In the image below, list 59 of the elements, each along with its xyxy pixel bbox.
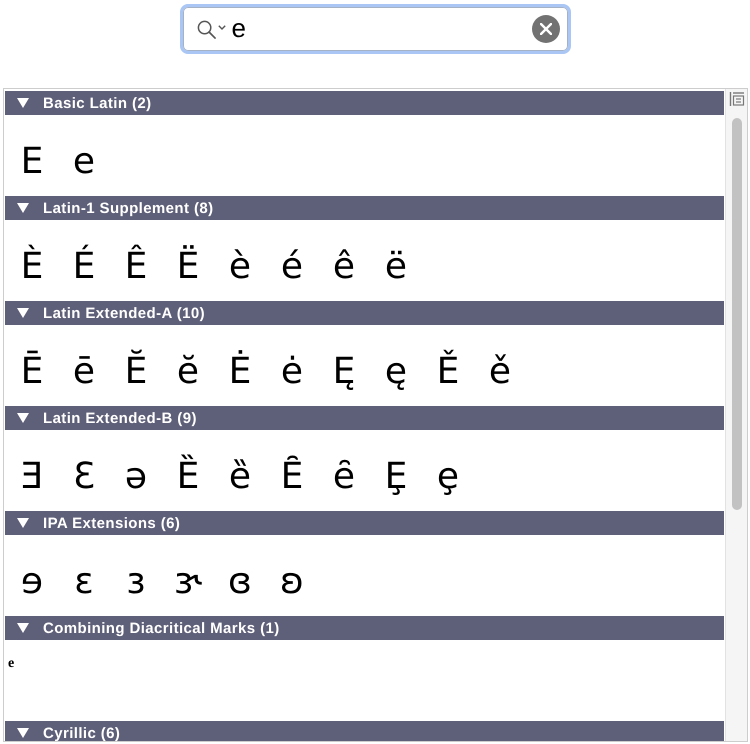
section-header[interactable]: Cyrillic (6): [5, 721, 724, 741]
character-glyph[interactable]: ʚ: [266, 559, 318, 605]
character-glyph[interactable]: ę: [370, 349, 422, 395]
character-glyph[interactable]: ë: [370, 244, 422, 290]
character-glyph[interactable]: ē: [58, 349, 110, 395]
character-glyph[interactable]: è: [214, 244, 266, 290]
section-header[interactable]: Latin-1 Supplement (8): [5, 196, 724, 220]
section-header[interactable]: Latin Extended-A (10): [5, 301, 724, 325]
character-glyph[interactable]: ê: [318, 244, 370, 290]
close-icon: [540, 23, 552, 35]
caret-icon[interactable]: [218, 25, 226, 30]
character-glyph[interactable]: é: [266, 244, 318, 290]
character-glyph[interactable]: ɛ: [58, 559, 110, 605]
character-glyph[interactable]: ǝ: [110, 454, 162, 500]
character-glyph[interactable]: Ę: [318, 349, 370, 395]
disclosure-triangle-icon[interactable]: [17, 728, 29, 738]
character-glyph[interactable]: Ȩ: [370, 454, 422, 500]
disclosure-triangle-icon[interactable]: [17, 98, 29, 108]
disclosure-triangle-icon[interactable]: [17, 203, 29, 213]
character-glyph[interactable]: ȩ: [422, 454, 474, 500]
scrollbar-track[interactable]: [725, 89, 747, 741]
search-field[interactable]: e: [180, 4, 570, 54]
character-glyph[interactable]: ɜ: [110, 559, 162, 605]
disclosure-triangle-icon[interactable]: [17, 623, 29, 633]
section-header[interactable]: IPA Extensions (6): [5, 511, 724, 535]
character-glyph[interactable]: Ǝ: [6, 454, 58, 500]
list-icon[interactable]: [728, 91, 744, 107]
search-icon[interactable]: [196, 20, 216, 38]
character-glyph[interactable]: Ë: [162, 244, 214, 290]
character-glyph[interactable]: ɘ: [6, 559, 58, 605]
scrollbar-thumb[interactable]: [732, 118, 742, 510]
section-header[interactable]: Basic Latin (2): [5, 91, 724, 115]
character-glyph[interactable]: ė: [266, 349, 318, 395]
character-glyph[interactable]: Ɛ: [58, 454, 110, 500]
character-glyph[interactable]: Ȇ: [266, 454, 318, 500]
character-glyph[interactable]: e: [58, 139, 110, 185]
character-glyph[interactable]: É: [58, 244, 110, 290]
character-glyph[interactable]: Ě: [422, 349, 474, 395]
search-text: e: [232, 12, 246, 44]
character-glyph[interactable]: ɝ: [162, 559, 214, 605]
character-glyph[interactable]: Ē: [6, 349, 58, 395]
character-glyph[interactable]: ĕ: [162, 349, 214, 395]
character-glyph[interactable]: e: [8, 654, 14, 674]
character-glyph[interactable]: ȇ: [318, 454, 370, 500]
character-glyph[interactable]: Ȅ: [162, 454, 214, 500]
character-glyph[interactable]: ȅ: [214, 454, 266, 500]
section-header[interactable]: Combining Diacritical Marks (1): [5, 616, 724, 640]
character-glyph[interactable]: ɞ: [214, 559, 266, 605]
character-glyph[interactable]: Ĕ: [110, 349, 162, 395]
character-glyph[interactable]: E: [6, 139, 58, 185]
disclosure-triangle-icon[interactable]: [17, 308, 29, 318]
character-glyph[interactable]: ě: [474, 349, 526, 395]
disclosure-triangle-icon[interactable]: [17, 518, 29, 528]
character-glyph[interactable]: Ė: [214, 349, 266, 395]
disclosure-triangle-icon[interactable]: [17, 413, 29, 423]
clear-button[interactable]: [532, 15, 560, 43]
section-header[interactable]: Latin Extended-B (9): [5, 406, 724, 430]
character-glyph[interactable]: Ê: [110, 244, 162, 290]
character-glyph[interactable]: È: [6, 244, 58, 290]
